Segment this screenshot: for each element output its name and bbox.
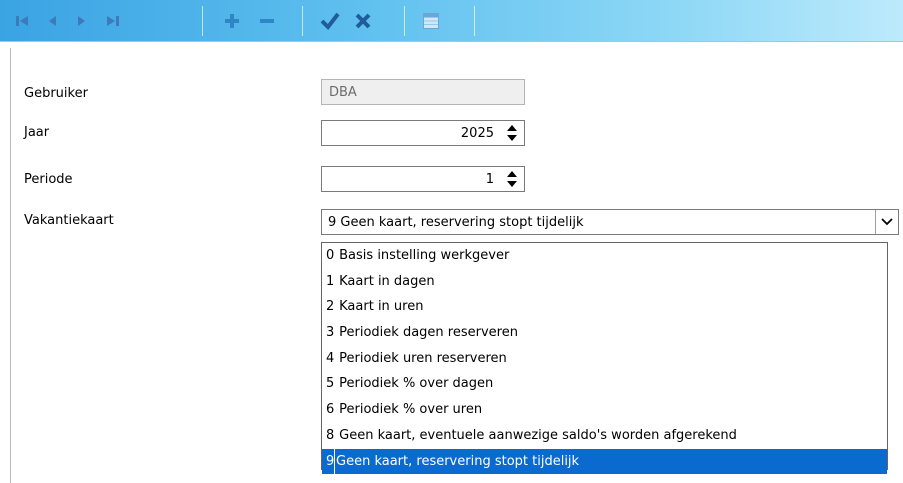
toolbar-separator	[474, 6, 475, 36]
first-record-icon[interactable]	[10, 9, 34, 33]
dropdown-option-selected[interactable]: 9 Geen kaart, reservering stopt tijdelijk	[322, 448, 887, 475]
toolbar-separator	[202, 6, 203, 36]
vakantiekaart-select[interactable]: 9 Geen kaart, reservering stopt tijdelij…	[321, 209, 899, 235]
gebruiker-label: Gebruiker	[24, 86, 88, 101]
dropdown-option[interactable]: 5 Periodiek % over dagen	[322, 371, 887, 397]
next-record-icon[interactable]	[70, 9, 94, 33]
previous-record-icon[interactable]	[40, 9, 64, 33]
jaar-value: 2025	[460, 126, 494, 141]
dropdown-option[interactable]: 8 Geen kaart, eventuele aanwezige saldo'…	[322, 423, 887, 449]
periode-spin-icon[interactable]	[504, 169, 520, 189]
jaar-stepper[interactable]: 2025	[321, 120, 525, 146]
vakantiekaart-label: Vakantiekaart	[24, 213, 114, 228]
periode-stepper[interactable]: 1	[321, 166, 525, 192]
vakantiekaart-selected: 9 Geen kaart, reservering stopt tijdelij…	[328, 215, 584, 230]
periode-label: Periode	[24, 172, 73, 187]
add-icon[interactable]	[220, 9, 244, 33]
toolbar-separator	[302, 6, 303, 36]
remove-icon[interactable]	[255, 9, 279, 33]
panel-border	[10, 48, 11, 483]
dropdown-option[interactable]: 2 Kaart in uren	[322, 294, 887, 320]
dropdown-option[interactable]: 0 Basis instelling werkgever	[322, 243, 887, 269]
jaar-spin-icon[interactable]	[504, 123, 520, 143]
confirm-check-icon[interactable]	[318, 9, 342, 33]
toolbar-separator	[404, 6, 405, 36]
dropdown-option[interactable]: 1 Kaart in dagen	[322, 269, 887, 295]
jaar-label: Jaar	[24, 125, 50, 140]
periode-value: 1	[485, 172, 494, 187]
vakantiekaart-dropdown-list: 0 Basis instelling werkgever 1 Kaart in …	[321, 242, 888, 475]
dropdown-option[interactable]: 6 Periodiek % over uren	[322, 397, 887, 423]
cancel-x-icon[interactable]	[351, 9, 375, 33]
dropdown-option[interactable]: 4 Periodiek uren reserveren	[322, 346, 887, 372]
gebruiker-field: DBA	[321, 79, 525, 105]
dropdown-option[interactable]: 3 Periodiek dagen reserveren	[322, 320, 887, 346]
chevron-down-icon[interactable]	[875, 210, 898, 234]
last-record-icon[interactable]	[101, 9, 125, 33]
grid-view-icon[interactable]	[419, 9, 443, 33]
toolbar	[0, 0, 903, 42]
gebruiker-value: DBA	[329, 85, 357, 100]
